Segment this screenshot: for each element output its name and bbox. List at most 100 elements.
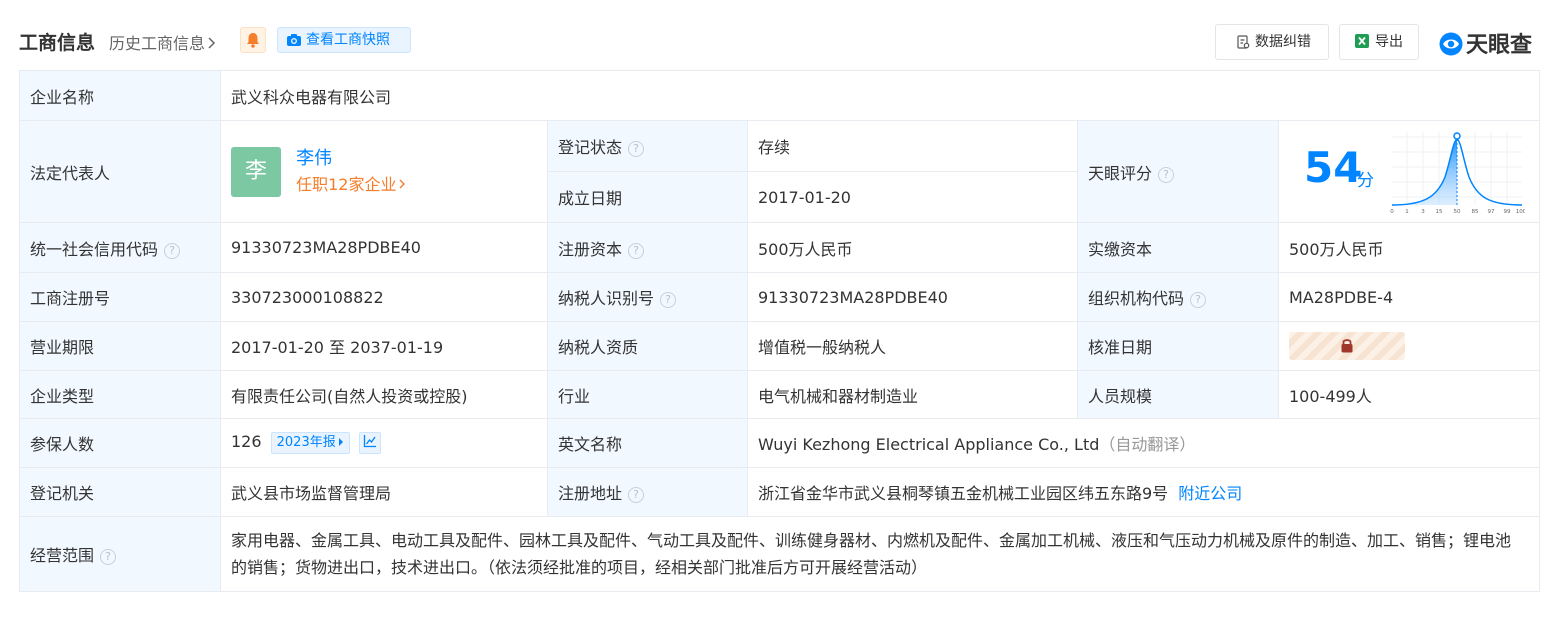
avatar[interactable]: 李 [231, 146, 281, 197]
credit-code-label-cell: 统一社会信用代码? [19, 222, 221, 273]
logo-text: 天眼查 [1466, 33, 1533, 58]
score-cell[interactable]: 54 分 0 1 3 15 50 85 97 99 100 [1278, 120, 1540, 223]
help-icon[interactable]: ? [628, 242, 645, 259]
company-type-value: 有限责任公司(自然人投资或控股) [220, 370, 548, 419]
score-axis-tick: 85 [1472, 209, 1479, 215]
industry-value: 电气机械和器材制造业 [747, 370, 1078, 419]
table-row: 法定代表人 李 李伟 任职12家企业 登记状态? 存续 天眼评分? 54 分 0… [19, 120, 1540, 223]
table-row: 参保人数 126 2023年报 英文名称 Wuyi Kezhong Electr… [19, 418, 1540, 468]
reg-address-value: 浙江省金华市武义县桐琴镇五金机械工业园区纬五东路9号 [758, 484, 1169, 503]
paid-capital-label: 实缴资本 [1077, 222, 1279, 273]
legal-rep-positions-link[interactable]: 任职12家企业 [296, 172, 406, 198]
legal-rep-positions-label: 任职12家企业 [296, 174, 397, 194]
annual-report-label: 2023年报 [276, 435, 336, 450]
credit-code-value: 91330723MA28PDBE40 [220, 222, 548, 273]
reg-address-cell: 浙江省金华市武义县桐琴镇五金机械工业园区纬五东路9号 附近公司 [747, 467, 1540, 517]
logo-icon [1439, 32, 1463, 56]
edit-doc-icon [1237, 35, 1250, 49]
table-row: 企业名称 武义科众电器有限公司 [19, 70, 1540, 121]
lock-icon [1341, 339, 1353, 353]
excel-icon [1355, 34, 1369, 48]
org-code-value: MA28PDBE-4 [1278, 272, 1540, 322]
reg-authority-value: 武义县市场监督管理局 [220, 467, 548, 517]
caret-right-icon [338, 438, 343, 446]
history-link-label: 历史工商信息 [109, 34, 206, 53]
score-axis-tick: 3 [1421, 209, 1425, 215]
snapshot-button-label: 查看工商快照 [306, 32, 390, 48]
score-distribution-chart: 0 1 3 15 50 85 97 99 100 [1390, 132, 1525, 215]
biz-scope-label-cell: 经营范围? [19, 516, 221, 592]
insured-cell: 126 2023年报 [220, 418, 548, 468]
biz-term-value: 2017-01-20 至 2037-01-19 [220, 321, 548, 371]
industry-label: 行业 [547, 370, 748, 419]
score-axis-tick: 97 [1488, 209, 1495, 215]
approval-date-label: 核准日期 [1077, 321, 1279, 371]
biz-scope-value: 家用电器、金属工具、电动工具及配件、园林工具及配件、气动工具及配件、训练健身器材… [220, 516, 1540, 592]
nearby-companies-link[interactable]: 附近公司 [1178, 484, 1242, 503]
snapshot-button[interactable]: 查看工商快照 [277, 27, 411, 53]
export-button[interactable]: 导出 [1339, 24, 1419, 60]
history-link[interactable]: 历史工商信息 [109, 30, 217, 54]
score-axis-tick: 100 [1516, 209, 1525, 215]
table-row: 统一社会信用代码? 91330723MA28PDBE40 注册资本? 500万人… [19, 222, 1540, 273]
monitor-bell-button[interactable] [240, 27, 266, 53]
chevron-right-icon [399, 179, 406, 188]
help-icon[interactable]: ? [100, 549, 117, 565]
biz-scope-label: 经营范围 [30, 546, 95, 565]
score-label: 天眼评分 [1088, 163, 1153, 183]
score-label-cell: 天眼评分? [1077, 120, 1279, 223]
legal-rep-label: 法定代表人 [19, 120, 221, 223]
legal-rep-cell: 李 李伟 任职12家企业 [220, 120, 548, 223]
taxpayer-id-value: 91330723MA28PDBE40 [747, 272, 1078, 322]
score-axis-tick: 0 [1390, 209, 1394, 215]
staff-size-label: 人员规模 [1077, 370, 1279, 419]
data-correct-button[interactable]: 数据纠错 [1215, 24, 1329, 60]
biz-reg-no-value: 330723000108822 [220, 272, 548, 322]
trend-chart-icon [363, 435, 376, 448]
section-title: 工商信息 [19, 32, 96, 54]
chevron-right-icon [208, 37, 216, 49]
reg-capital-label-cell: 注册资本? [547, 222, 748, 273]
reg-status-value: 存续 [747, 120, 1078, 172]
table-row: 工商注册号 330723000108822 纳税人识别号? 91330723MA… [19, 272, 1540, 322]
company-name-value: 武义科众电器有限公司 [220, 70, 1540, 121]
reg-authority-label: 登记机关 [19, 467, 221, 517]
english-name-value: Wuyi Kezhong Electrical Appliance Co., L… [758, 435, 1100, 454]
annual-report-tag[interactable]: 2023年报 [270, 432, 350, 454]
help-icon[interactable]: ? [164, 242, 181, 259]
reg-capital-value: 500万人民币 [747, 222, 1078, 273]
org-code-label-cell: 组织机构代码? [1077, 272, 1279, 322]
help-icon[interactable]: ? [628, 141, 645, 157]
paid-capital-value: 500万人民币 [1278, 222, 1540, 273]
vip-locked-value[interactable] [1289, 332, 1405, 360]
score-axis-tick: 50 [1454, 209, 1461, 215]
tianyancha-logo: 天眼查 [1438, 27, 1533, 58]
score-axis-tick: 15 [1436, 209, 1443, 215]
trend-chart-button[interactable] [358, 432, 381, 454]
reg-address-label-cell: 注册地址? [547, 467, 748, 517]
table-row: 企业类型 有限责任公司(自然人投资或控股) 行业 电气机械和器材制造业 人员规模… [19, 370, 1540, 419]
est-date-label: 成立日期 [547, 171, 748, 223]
score-unit: 分 [1357, 171, 1374, 191]
reg-status-label: 登记状态 [558, 138, 623, 157]
table-row: 营业期限 2017-01-20 至 2037-01-19 纳税人资质 增值税一般… [19, 321, 1540, 371]
help-icon[interactable]: ? [1158, 166, 1175, 183]
est-date-value: 2017-01-20 [747, 171, 1078, 223]
help-icon[interactable]: ? [628, 487, 645, 503]
staff-size-value: 100-499人 [1278, 370, 1540, 419]
section-header: 工商信息 历史工商信息 查看工商快照 数据纠错 导出 天眼查 [19, 22, 1541, 60]
insured-label: 参保人数 [19, 418, 221, 468]
english-name-label: 英文名称 [547, 418, 748, 468]
help-icon[interactable]: ? [1190, 292, 1207, 308]
export-label: 导出 [1375, 34, 1403, 50]
taxpayer-quality-label: 纳税人资质 [547, 321, 748, 371]
table-row: 经营范围? 家用电器、金属工具、电动工具及配件、园林工具及配件、气动工具及配件、… [19, 516, 1540, 592]
camera-icon [287, 34, 301, 46]
legal-rep-name[interactable]: 李伟 [296, 146, 406, 172]
credit-code-label: 统一社会信用代码 [30, 239, 159, 259]
help-icon[interactable]: ? [660, 292, 677, 308]
taxpayer-id-label: 纳税人识别号 [558, 289, 655, 308]
approval-date-cell [1278, 321, 1540, 371]
reg-status-label-cell: 登记状态? [547, 120, 748, 172]
company-name-label: 企业名称 [19, 70, 221, 121]
